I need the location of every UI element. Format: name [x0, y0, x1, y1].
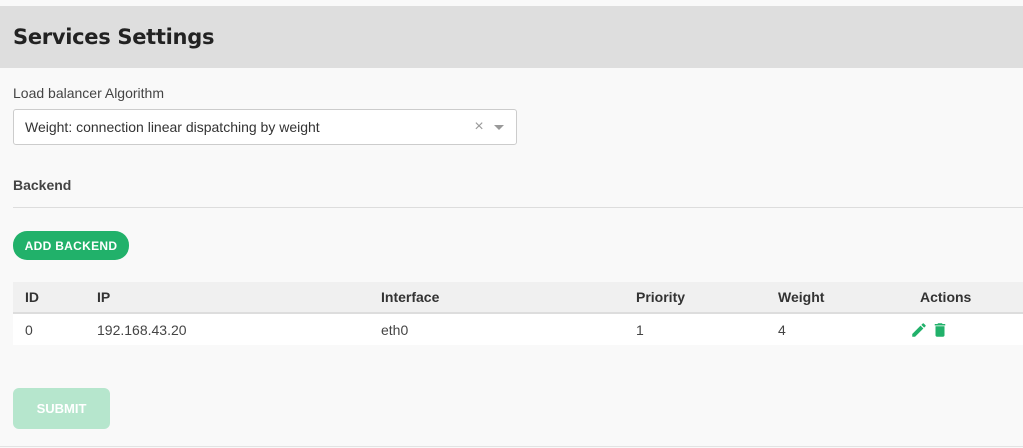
trash-icon[interactable]	[931, 320, 949, 340]
column-header-interface: Interface	[381, 289, 440, 305]
add-backend-button[interactable]: ADD BACKEND	[13, 231, 129, 260]
cell-actions	[908, 320, 1023, 340]
algorithm-selected-value: Weight: connection linear dispatching by…	[25, 119, 320, 135]
cell-ip: 192.168.43.20	[97, 321, 187, 338]
column-header-ip: IP	[97, 289, 111, 305]
column-header-priority: Priority	[636, 289, 686, 305]
bottom-border	[0, 446, 1023, 447]
column-header-weight: Weight	[778, 289, 825, 305]
cell-interface: eth0	[381, 321, 409, 338]
section-divider	[13, 207, 1023, 208]
column-header-id: ID	[25, 289, 39, 305]
clear-icon[interactable]: ×	[470, 118, 488, 136]
algorithm-label: Load balancer Algorithm	[13, 85, 164, 101]
cell-weight: 4	[778, 321, 786, 338]
chevron-down-icon[interactable]	[494, 124, 504, 130]
table-header-row: ID IP Interface Priority Weight Actions	[13, 282, 1023, 314]
backend-section-title: Backend	[13, 177, 72, 193]
page-title: Services Settings	[13, 25, 215, 49]
pencil-icon[interactable]	[910, 321, 928, 339]
cell-priority: 1	[636, 321, 644, 338]
submit-button[interactable]: SUBMIT	[13, 388, 110, 429]
backend-table: ID IP Interface Priority Weight Actions …	[13, 282, 1023, 345]
services-settings-page: Services Settings Load balancer Algorith…	[0, 0, 1023, 448]
page-header: Services Settings	[0, 6, 1023, 68]
table-row: 0 192.168.43.20 eth0 1 4	[13, 314, 1023, 345]
algorithm-select[interactable]: Weight: connection linear dispatching by…	[13, 109, 517, 145]
cell-id: 0	[25, 321, 33, 338]
column-header-actions: Actions	[920, 289, 972, 305]
